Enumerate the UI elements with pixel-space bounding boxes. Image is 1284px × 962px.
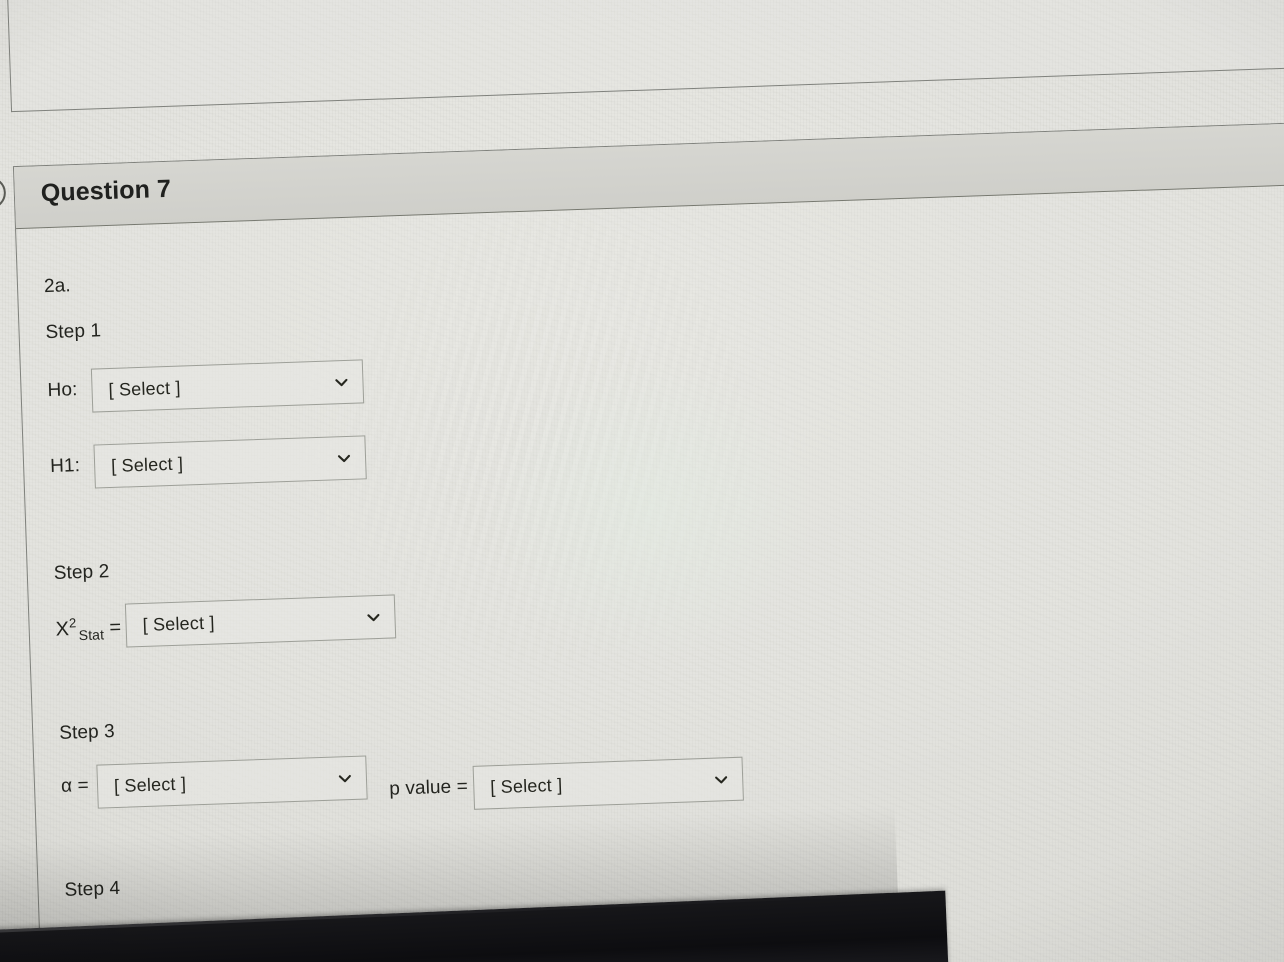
p-value-label: p value = xyxy=(388,776,469,800)
chi-square-subscript: Stat xyxy=(78,625,105,643)
chevron-down-icon xyxy=(714,772,728,786)
step-1-heading: Step 1 xyxy=(45,320,102,344)
chevron-down-icon xyxy=(338,771,352,785)
null-hypothesis-label: Ho: xyxy=(47,379,78,402)
alternative-hypothesis-select[interactable]: [ Select ] xyxy=(93,435,367,489)
step-2-heading: Step 2 xyxy=(53,561,110,584)
null-hypothesis-select[interactable]: [ Select ] xyxy=(90,359,365,413)
part-label: 2a. xyxy=(43,275,72,298)
question-card: Question 7 2a. Step 1 Ho: [ Select ] H1: xyxy=(12,120,1284,962)
p-value-select[interactable]: [ Select ] xyxy=(472,756,744,810)
step-4-heading: Step 4 xyxy=(64,877,121,901)
chevron-down-icon xyxy=(366,610,380,624)
chi-square-exponent: 2 xyxy=(68,615,77,631)
screenshot-root: Question 7 2a. Step 1 Ho: [ Select ] H1: xyxy=(0,0,1284,962)
alpha-select-value: [ Select ] xyxy=(113,773,187,796)
chi-square-stat-select[interactable]: [ Select ] xyxy=(124,594,397,648)
step-3-heading: Step 3 xyxy=(58,721,116,744)
page-title: Question 7 xyxy=(40,174,172,208)
chevron-down-icon xyxy=(334,375,348,389)
quiz-page: Question 7 2a. Step 1 Ho: [ Select ] H1: xyxy=(0,0,1284,962)
chi-square-stat-select-value: [ Select ] xyxy=(142,612,215,635)
previous-question-card xyxy=(5,0,1284,113)
chi-square-symbol: X xyxy=(55,618,70,641)
alpha-label: α = xyxy=(60,774,90,797)
p-value-select-value: [ Select ] xyxy=(489,774,563,797)
alternative-hypothesis-label: H1: xyxy=(49,455,81,478)
chi-square-equals: = xyxy=(109,616,122,639)
chevron-down-icon xyxy=(337,451,351,465)
question-header: Question 7 xyxy=(13,121,1284,230)
null-hypothesis-select-value: [ Select ] xyxy=(108,377,181,400)
circle-indicator-icon xyxy=(0,176,7,210)
alternative-hypothesis-select-value: [ Select ] xyxy=(110,453,184,476)
chi-square-stat-label: X2Stat = xyxy=(55,614,122,643)
alpha-select[interactable]: [ Select ] xyxy=(96,755,368,809)
